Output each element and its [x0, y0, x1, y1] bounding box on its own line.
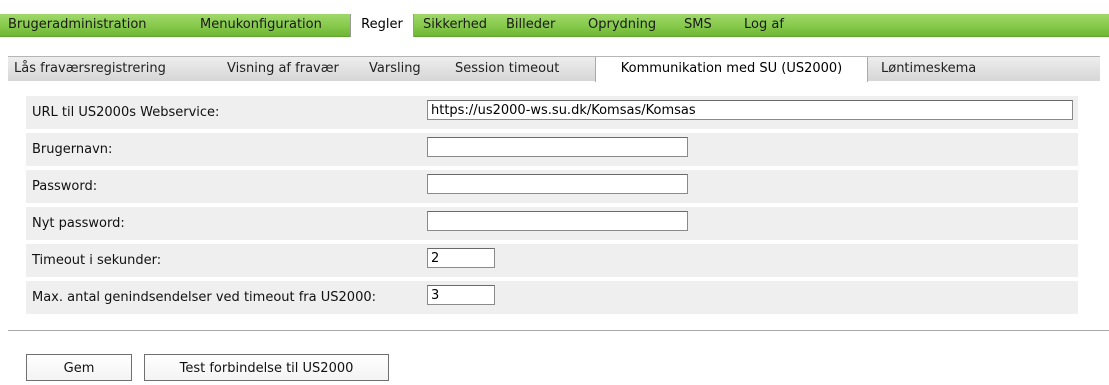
url-input[interactable] — [427, 100, 1073, 120]
brugernavn-input[interactable] — [427, 137, 688, 157]
tab-visning-af-fravaer[interactable]: Visning af fravær — [227, 57, 339, 81]
menu-item-sms[interactable]: SMS — [684, 14, 712, 36]
nyt-password-label: Nyt password: — [32, 216, 125, 231]
form-row-url: URL til US2000s Webservice: — [26, 96, 1078, 129]
nyt-password-input[interactable] — [427, 211, 688, 231]
form-row-brugernavn: Brugernavn: — [26, 133, 1078, 166]
max-genindsendelser-input[interactable] — [427, 285, 495, 305]
menu-item-regler[interactable]: Regler — [350, 14, 414, 37]
timeout-label: Timeout i sekunder: — [32, 253, 162, 268]
save-button[interactable]: Gem — [26, 354, 132, 381]
menu-item-menukonfiguration[interactable]: Menukonfiguration — [200, 14, 322, 36]
password-input[interactable] — [427, 174, 688, 194]
test-connection-button[interactable]: Test forbindelse til US2000 — [144, 354, 389, 381]
menu-item-billeder[interactable]: Billeder — [506, 14, 555, 36]
url-label: URL til US2000s Webservice: — [32, 105, 220, 120]
form-row-timeout: Timeout i sekunder: — [26, 244, 1078, 277]
max-genindsendelser-label: Max. antal genindsendelser ved timeout f… — [32, 290, 376, 305]
menu-item-oprydning[interactable]: Oprydning — [588, 14, 656, 36]
form-row-nyt-password: Nyt password: — [26, 207, 1078, 240]
tab-loentimeskema[interactable]: Løntimeskema — [881, 57, 976, 81]
form-row-max-genindsendelser: Max. antal genindsendelser ved timeout f… — [26, 281, 1078, 314]
sub-tab-bar: Lås fraværsregistrering Visning af fravæ… — [8, 56, 1100, 82]
form-row-password: Password: — [26, 170, 1078, 203]
brugernavn-label: Brugernavn: — [32, 142, 113, 157]
divider — [8, 330, 1109, 331]
tab-session-timeout[interactable]: Session timeout — [455, 57, 559, 81]
menu-item-log-af[interactable]: Log af — [744, 14, 784, 36]
top-menu-bar: Brugeradministration Menukonfiguration R… — [0, 14, 1109, 37]
timeout-input[interactable] — [427, 248, 495, 268]
menu-item-brugeradministration[interactable]: Brugeradministration — [8, 14, 147, 36]
password-label: Password: — [32, 179, 98, 194]
tab-kommunikation-med-su[interactable]: Kommunikation med SU (US2000) — [595, 57, 868, 82]
menu-item-sikkerhed[interactable]: Sikkerhed — [423, 14, 487, 36]
tab-laas-fravaersregistrering[interactable]: Lås fraværsregistrering — [14, 57, 166, 81]
tab-varsling[interactable]: Varsling — [369, 57, 421, 81]
